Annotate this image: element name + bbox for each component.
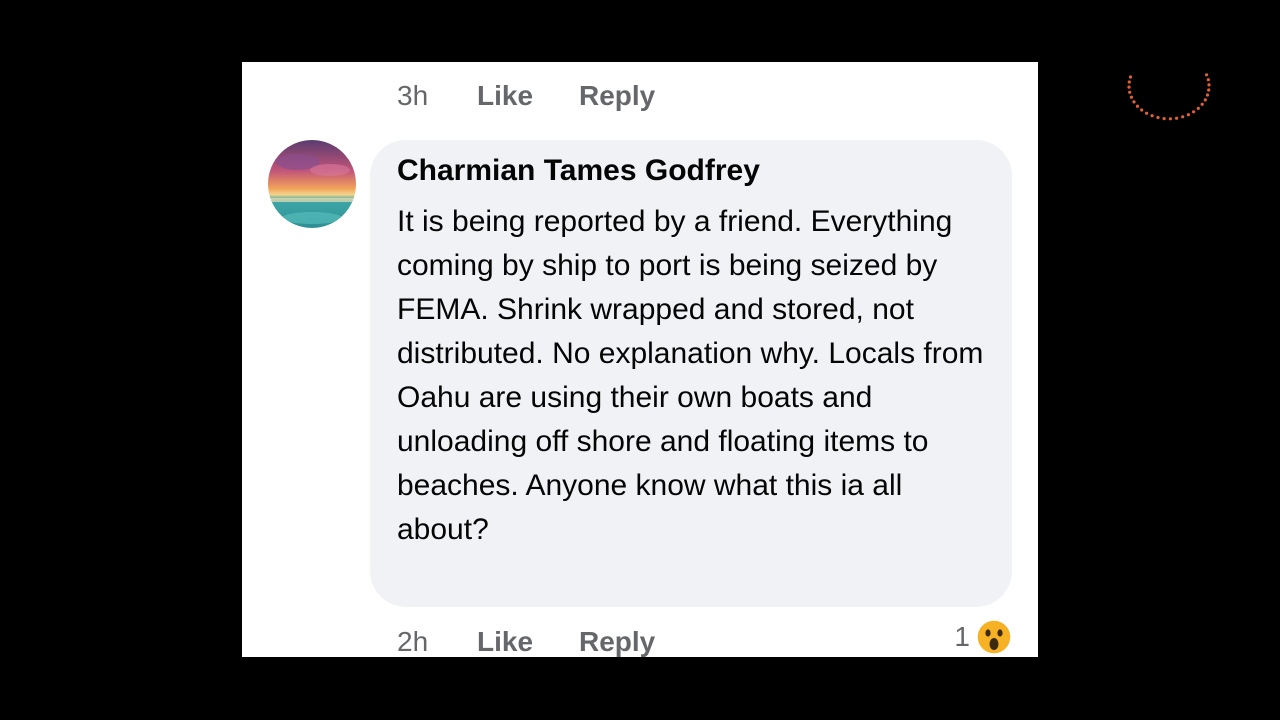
loader-dot [1175, 116, 1179, 120]
loader-dot [1168, 117, 1172, 121]
reaction-count: 1 [954, 621, 970, 652]
loader-dot [1196, 106, 1200, 110]
comment-like-button[interactable]: Like [477, 626, 579, 657]
loader-dot [1205, 93, 1210, 97]
comment-bubble: Charmian Tames Godfrey It is being repor… [370, 140, 1012, 607]
loader-dot [1186, 113, 1190, 117]
loader-dot [1127, 80, 1131, 84]
loader-dot [1145, 111, 1149, 115]
loader-dot [1132, 100, 1136, 104]
loading-spinner-icon [1127, 73, 1211, 121]
previous-comment-timestamp[interactable]: 3h [397, 80, 477, 112]
reaction-summary[interactable]: 1 [954, 619, 1012, 655]
loader-dot [1129, 95, 1133, 99]
loader-dot [1140, 108, 1144, 112]
comment-reply-button[interactable]: Reply [579, 626, 679, 657]
loader-dot [1192, 110, 1196, 114]
loader-dot [1162, 117, 1166, 121]
loader-dot [1181, 115, 1185, 119]
loader-dot [1207, 83, 1211, 87]
loader-dot [1200, 102, 1204, 106]
comment-card: 3h Like Reply Charmian Tames Godfrey It … [242, 62, 1038, 657]
comment-timestamp[interactable]: 2h [397, 626, 477, 657]
loader-dot [1207, 88, 1211, 92]
loader-dot [1206, 78, 1210, 82]
avatar-image [268, 140, 356, 228]
loader-dot [1205, 73, 1209, 77]
wow-reaction-icon [976, 619, 1012, 655]
previous-comment-like-button[interactable]: Like [477, 80, 579, 112]
avatar[interactable] [268, 140, 356, 228]
comment-actions: 2h Like Reply [397, 622, 679, 657]
loader-dot [1127, 85, 1131, 89]
loader-dot [1128, 75, 1133, 79]
previous-comment-reply-button[interactable]: Reply [579, 80, 679, 112]
comment-text: It is being reported by a friend. Everyt… [397, 205, 984, 546]
video-frame: 3h Like Reply Charmian Tames Godfrey It … [0, 0, 1280, 720]
loader-dot [1135, 104, 1140, 108]
previous-comment-actions: 3h Like Reply [397, 76, 679, 116]
comment-author-name[interactable]: Charmian Tames Godfrey [397, 154, 760, 188]
loader-dot [1128, 90, 1132, 94]
loader-dot [1203, 98, 1207, 102]
loader-dot [1150, 114, 1154, 118]
loader-dot [1156, 115, 1160, 120]
